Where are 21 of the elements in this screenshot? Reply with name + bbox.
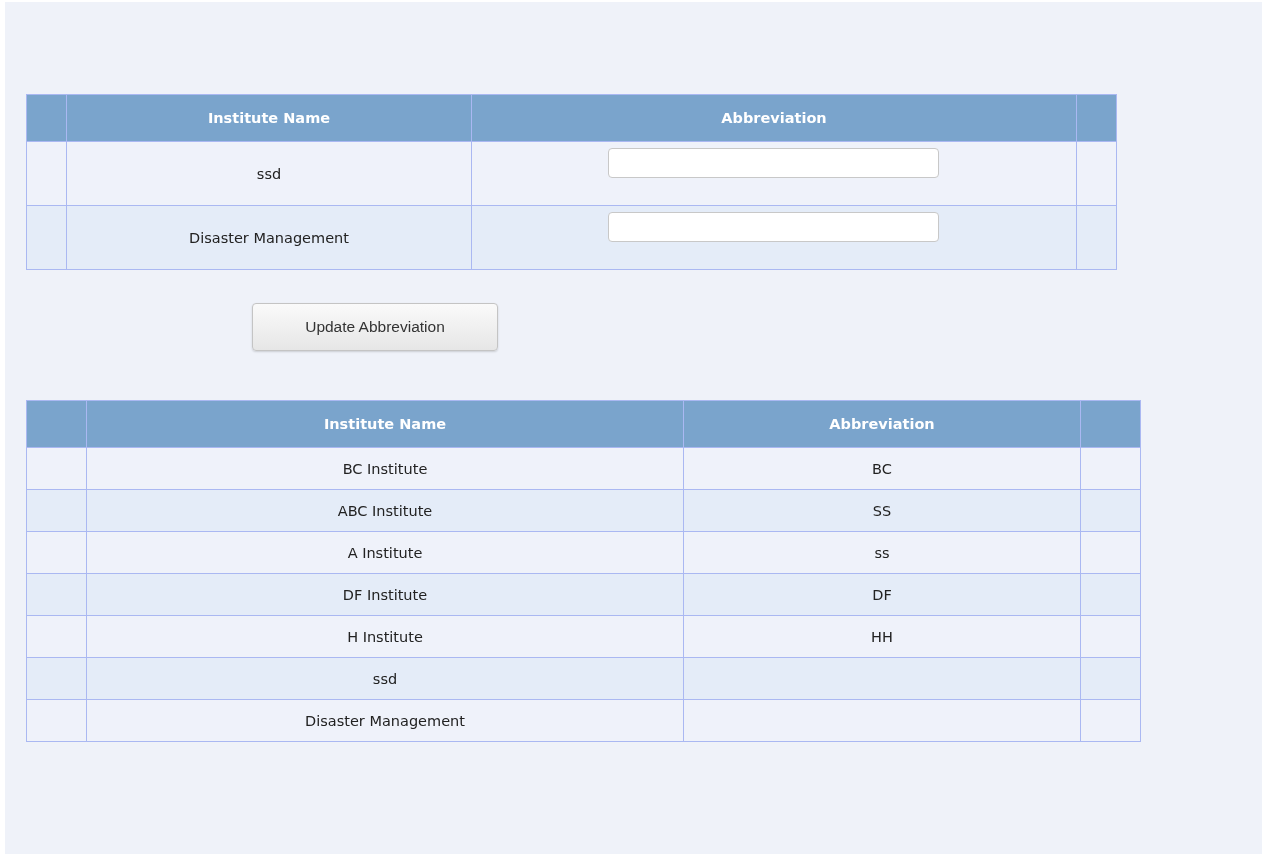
column-header: Abbreviation [683,400,1081,448]
table-cell: ssd [66,141,472,206]
abbreviation-field[interactable] [608,212,939,242]
column-header: Abbreviation [471,94,1077,142]
table-cell: DF [683,573,1081,616]
table-cell: BC Institute [86,447,684,490]
column-header: Institute Name [86,400,684,448]
table-cell: ss [683,531,1081,574]
table-cell: H Institute [86,615,684,658]
column-header: Institute Name [66,94,472,142]
table-cell: DF Institute [86,573,684,616]
abbreviation-field[interactable] [608,148,939,178]
table-cell: Disaster Management [86,699,684,742]
table-cell: BC [683,447,1081,490]
table-cell: Disaster Management [66,205,472,270]
table-cell: ssd [86,657,684,700]
update-abbreviation-button[interactable]: Update Abbreviation [252,303,498,351]
table-cell: SS [683,489,1081,532]
table-cell: A Institute [86,531,684,574]
table-cell: ABC Institute [86,489,684,532]
table-cell: HH [683,615,1081,658]
